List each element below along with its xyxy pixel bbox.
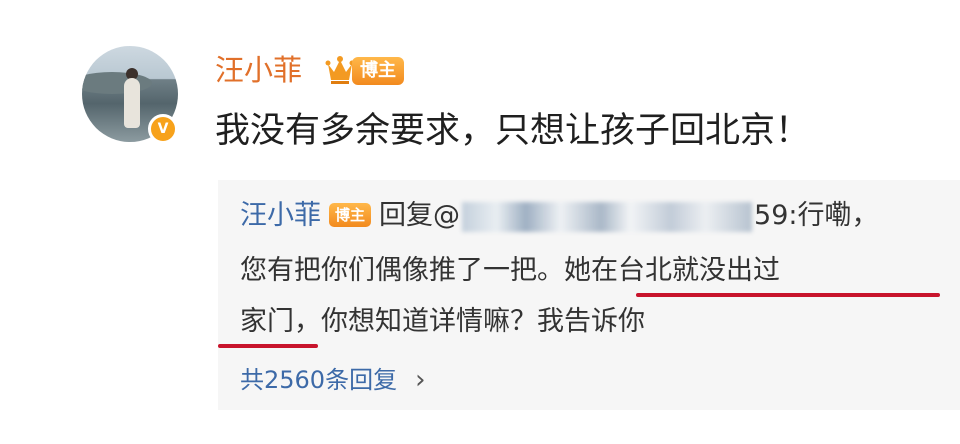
- avatar-scenery: [82, 72, 152, 94]
- chevron-right-icon: ›: [415, 365, 426, 395]
- post-author-name[interactable]: 汪小菲: [215, 52, 302, 88]
- reply-prefix: 回复@: [379, 200, 461, 231]
- red-underline-annotation-2: [218, 344, 318, 348]
- reply-blogger-badge: 博主: [329, 203, 372, 227]
- reply-line-2: 您有把你们偶像推了一把。她在台北就没出过: [240, 255, 780, 286]
- reply-count-label: 共2560条回复: [240, 366, 398, 394]
- verified-badge-icon: V: [148, 114, 178, 144]
- blurred-username: [462, 201, 753, 232]
- blogger-badge: 博主: [352, 57, 404, 85]
- reply-author-name[interactable]: 汪小菲: [240, 200, 321, 231]
- reply-line-3: 家门，你想知道详情嘛？我告诉你: [240, 306, 645, 337]
- avatar-person: [124, 78, 140, 128]
- reply-line-1: 汪小菲 博主 回复@ 59:行嘞，: [240, 196, 878, 236]
- post-content: 我没有多余要求，只想让孩子回北京！: [215, 111, 811, 151]
- view-replies-link[interactable]: 共2560条回复 ›: [240, 362, 425, 398]
- red-underline-annotation: [636, 293, 940, 297]
- author-avatar[interactable]: V: [82, 46, 186, 150]
- crown-icon: [325, 56, 355, 84]
- reply-mention-tail: 59:行嘞，: [754, 200, 879, 231]
